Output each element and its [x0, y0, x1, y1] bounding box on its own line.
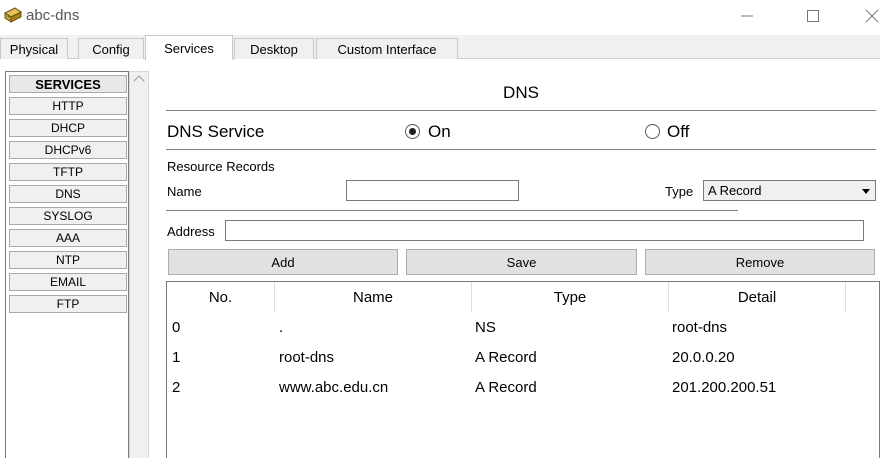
tab-desktop[interactable]: Desktop [234, 38, 314, 59]
table-cell-type[interactable]: A Record [475, 377, 537, 399]
tab-custom-interface[interactable]: Custom Interface [316, 38, 458, 59]
table-cell-no[interactable]: 2 [172, 377, 180, 399]
service-item-tftp[interactable]: TFTP [9, 163, 127, 181]
dns-on-radio[interactable] [405, 124, 420, 139]
minimize-icon[interactable] [732, 4, 762, 28]
close-icon[interactable] [857, 4, 880, 28]
service-item-ntp[interactable]: NTP [9, 251, 127, 269]
service-item-dhcp[interactable]: DHCP [9, 119, 127, 137]
window-title: abc-dns [26, 7, 80, 24]
column-header-type[interactable]: Type [472, 282, 669, 312]
table-cell-name[interactable]: . [279, 317, 283, 339]
add-button[interactable]: Add [168, 249, 398, 275]
tab-services[interactable]: Services [145, 35, 233, 60]
tab-physical[interactable]: Physical [0, 38, 68, 59]
services-header: SERVICES [9, 75, 127, 93]
resource-records-label: Resource Records [167, 159, 275, 174]
type-select-value: A Record [708, 183, 762, 198]
table-cell-type[interactable]: NS [475, 317, 496, 339]
chevron-down-icon [862, 189, 870, 194]
services-list: SERVICES HTTP DHCP DHCPv6 TFTP DNS SYSLO… [5, 71, 129, 458]
divider [166, 210, 738, 211]
name-input[interactable] [346, 180, 519, 201]
table-cell-no[interactable]: 0 [172, 317, 180, 339]
title-bar: abc-dns [0, 0, 880, 34]
address-label: Address [167, 224, 215, 239]
name-label: Name [167, 184, 202, 199]
service-item-syslog[interactable]: SYSLOG [9, 207, 127, 225]
table-cell-detail[interactable]: 201.200.200.51 [672, 377, 776, 399]
service-item-http[interactable]: HTTP [9, 97, 127, 115]
type-select[interactable]: A Record [703, 180, 876, 201]
address-input[interactable] [225, 220, 864, 241]
service-item-dhcpv6[interactable]: DHCPv6 [9, 141, 127, 159]
packet-tracer-icon [3, 5, 23, 25]
maximize-icon[interactable] [798, 4, 828, 28]
dns-off-label: Off [667, 122, 690, 141]
table-cell-detail[interactable]: root-dns [672, 317, 727, 339]
scroll-up-icon[interactable] [133, 75, 145, 87]
divider [166, 149, 876, 150]
table-cell-name[interactable]: www.abc.edu.cn [279, 377, 388, 399]
service-item-email[interactable]: EMAIL [9, 273, 127, 291]
dns-off-radio[interactable] [645, 124, 660, 139]
save-button[interactable]: Save [406, 249, 637, 275]
tab-config[interactable]: Config [78, 38, 144, 59]
tab-bar: Physical Config Services Desktop Custom … [0, 35, 880, 60]
type-label: Type [665, 184, 694, 199]
services-scrollbar[interactable] [129, 71, 149, 458]
remove-button[interactable]: Remove [645, 249, 875, 275]
table-cell-type[interactable]: A Record [475, 347, 537, 369]
radio-selected-dot [409, 128, 416, 135]
dns-service-label: DNS Service [167, 122, 265, 141]
service-item-dns[interactable]: DNS [9, 185, 127, 203]
divider [166, 110, 876, 111]
dns-records-table: No. Name Type Detail 0 . NS root-dns 1 r… [166, 281, 880, 458]
service-item-ftp[interactable]: FTP [9, 295, 127, 313]
table-cell-detail[interactable]: 20.0.0.20 [672, 347, 735, 369]
dns-on-label: On [428, 122, 451, 141]
table-cell-name[interactable]: root-dns [279, 347, 334, 369]
services-panel: SERVICES HTTP DHCP DHCPv6 TFTP DNS SYSLO… [0, 59, 880, 458]
column-header-no[interactable]: No. [167, 282, 275, 312]
column-header-detail[interactable]: Detail [669, 282, 846, 312]
column-header-name[interactable]: Name [275, 282, 472, 312]
service-item-aaa[interactable]: AAA [9, 229, 127, 247]
dns-title: DNS [503, 83, 539, 102]
table-cell-no[interactable]: 1 [172, 347, 180, 369]
